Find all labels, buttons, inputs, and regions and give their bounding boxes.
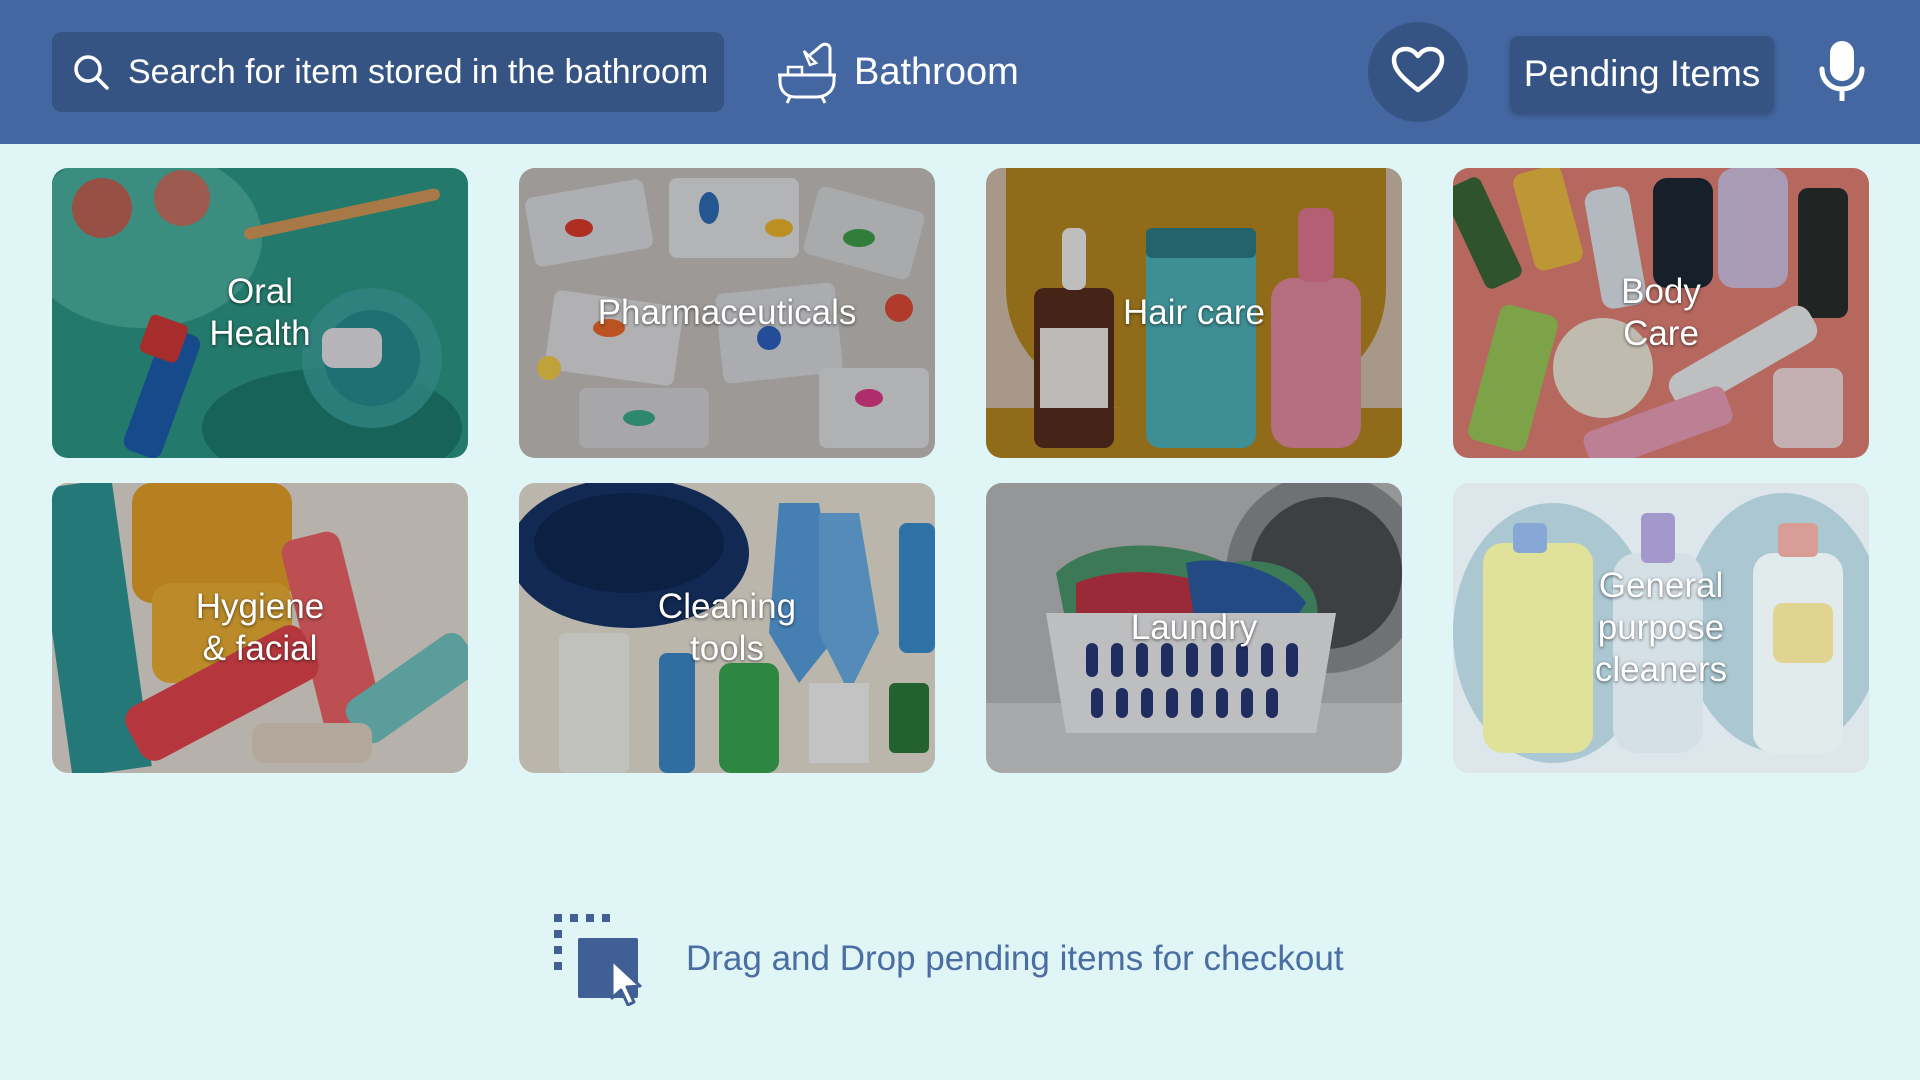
category-tile-general-purpose-cleaners[interactable]: General purpose cleaners xyxy=(1453,483,1869,773)
category-label: Hygiene & facial xyxy=(195,587,325,668)
top-bar: Search for item stored in the bathroom B… xyxy=(0,0,1920,144)
room-indicator: Bathroom xyxy=(774,38,1019,106)
pending-items-label: Pending Items xyxy=(1523,53,1761,94)
category-tile-body-care[interactable]: Body Care xyxy=(1453,168,1869,458)
voice-search-button[interactable] xyxy=(1812,36,1872,112)
category-tile-oral-health[interactable]: Oral Health xyxy=(52,168,468,458)
category-tile-hygiene-facial[interactable]: Hygiene & facial xyxy=(52,483,468,773)
checkout-drop-zone[interactable]: Drag and Drop pending items for checkout xyxy=(552,912,1344,1007)
pending-items-button[interactable]: Pending Items xyxy=(1510,36,1774,112)
category-tile-cleaning-tools[interactable]: Cleaning tools xyxy=(519,483,935,773)
favorites-button[interactable] xyxy=(1368,22,1468,122)
category-label: Laundry xyxy=(1130,608,1258,647)
microphone-icon xyxy=(1816,39,1868,110)
search-placeholder[interactable]: Search for item stored in the bathroom xyxy=(128,53,708,92)
room-name: Bathroom xyxy=(854,50,1019,93)
category-grid: Oral Health Pharmaceuticals Hair care Bo… xyxy=(52,168,1869,773)
drag-drop-icon xyxy=(552,912,646,1007)
category-tile-hair-care[interactable]: Hair care xyxy=(986,168,1402,458)
category-label: General purpose cleaners xyxy=(1594,566,1728,689)
category-label: Body Care xyxy=(1621,272,1701,353)
category-tile-pharmaceuticals[interactable]: Pharmaceuticals xyxy=(519,168,935,458)
search-icon xyxy=(68,49,114,95)
category-label: Oral Health xyxy=(209,272,311,353)
heart-icon xyxy=(1391,46,1445,99)
search-bar[interactable]: Search for item stored in the bathroom xyxy=(52,32,724,112)
category-label: Pharmaceuticals xyxy=(597,293,857,332)
drop-zone-text: Drag and Drop pending items for checkout xyxy=(686,939,1344,978)
category-label: Cleaning tools xyxy=(657,587,797,668)
category-label: Hair care xyxy=(1123,293,1265,332)
category-tile-laundry[interactable]: Laundry xyxy=(986,483,1402,773)
bathtub-icon xyxy=(774,39,840,105)
